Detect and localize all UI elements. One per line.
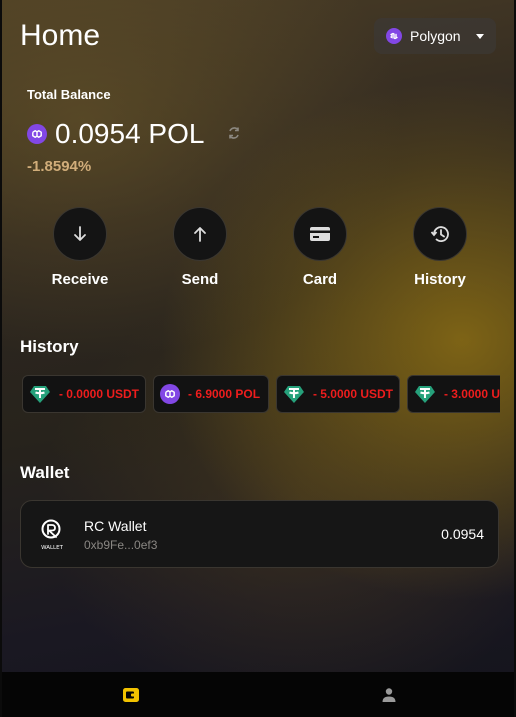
polygon-icon bbox=[27, 124, 47, 144]
balance-row: 0.0954 POL bbox=[27, 116, 242, 152]
app-screen: Home Polygon Total Balance 0.0954 POL -1… bbox=[0, 0, 516, 717]
history-action[interactable]: History bbox=[390, 207, 490, 288]
history-item[interactable]: - 0.0000 USDT bbox=[22, 375, 146, 413]
chevron-down-icon bbox=[476, 33, 484, 39]
wallet-icon bbox=[123, 687, 139, 702]
history-label: History bbox=[414, 271, 466, 288]
wallet-balance: 0.0954 bbox=[441, 526, 484, 542]
card-label: Card bbox=[302, 271, 338, 288]
wallet-card[interactable]: WALLET RC Wallet 0xb9Fe...0ef3 0.0954 bbox=[20, 500, 499, 568]
tether-icon bbox=[414, 386, 435, 403]
tether-icon bbox=[29, 386, 50, 403]
history-item-text: - 0.0000 USDT bbox=[58, 387, 139, 401]
receive-action[interactable]: Receive bbox=[30, 207, 130, 288]
wallet-address: 0xb9Fe...0ef3 bbox=[84, 538, 158, 552]
history-item[interactable]: - 6.9000 POL bbox=[153, 375, 269, 413]
bottom-nav bbox=[2, 672, 514, 717]
header: Home Polygon bbox=[20, 18, 496, 58]
arrow-up-icon bbox=[194, 227, 206, 242]
nav-profile[interactable] bbox=[260, 672, 514, 717]
card-icon bbox=[310, 227, 330, 241]
wallet-section-title: Wallet bbox=[20, 463, 70, 482]
page-title: Home bbox=[20, 19, 101, 52]
network-label: Polygon bbox=[410, 28, 461, 44]
history-icon bbox=[430, 226, 449, 242]
wallet-name: RC Wallet bbox=[84, 518, 147, 534]
history-item-text: - 3.0000 USDT bbox=[443, 387, 500, 401]
history-strip[interactable]: - 0.0000 USDT - 6.9000 POL - 5.0000 USDT… bbox=[22, 375, 500, 415]
history-item[interactable]: - 5.0000 USDT bbox=[276, 375, 400, 413]
card-action[interactable]: Card bbox=[270, 207, 370, 288]
tether-icon bbox=[283, 386, 304, 403]
history-item[interactable]: - 3.0000 USDT bbox=[407, 375, 500, 413]
receive-label: Receive bbox=[51, 271, 109, 288]
send-button[interactable] bbox=[173, 207, 227, 261]
history-section-title: History bbox=[20, 337, 79, 356]
history-button[interactable] bbox=[413, 207, 467, 261]
card-button[interactable] bbox=[293, 207, 347, 261]
balance-amount: 0.0954 POL bbox=[55, 118, 205, 149]
polygon-icon bbox=[386, 28, 402, 44]
network-selector[interactable]: Polygon bbox=[374, 18, 496, 54]
history-item-text: - 5.0000 USDT bbox=[312, 387, 393, 401]
wallet-logo-text: WALLET bbox=[41, 545, 64, 551]
rc-wallet-logo: WALLET bbox=[41, 519, 64, 551]
arrow-down-icon bbox=[74, 226, 86, 241]
polygon-icon bbox=[160, 384, 180, 404]
nav-wallet[interactable] bbox=[2, 672, 260, 717]
refresh-icon[interactable] bbox=[226, 125, 242, 146]
send-label: Send bbox=[181, 271, 219, 288]
history-item-text: - 6.9000 POL bbox=[188, 387, 261, 401]
balance-change: -1.8594% bbox=[27, 158, 92, 175]
receive-button[interactable] bbox=[53, 207, 107, 261]
profile-icon bbox=[382, 687, 396, 702]
send-action[interactable]: Send bbox=[150, 207, 250, 288]
total-balance-label: Total Balance bbox=[27, 87, 111, 102]
